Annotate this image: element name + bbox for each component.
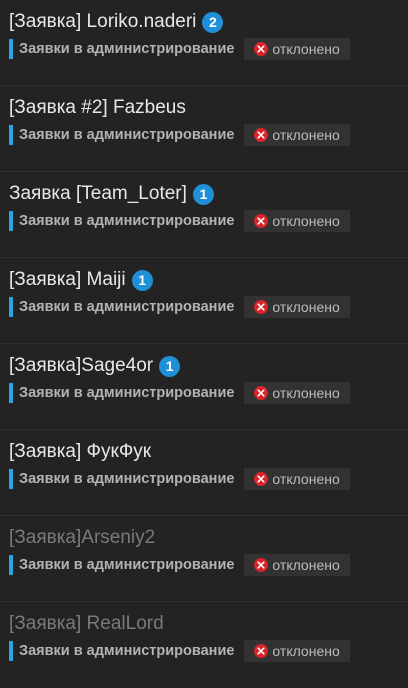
thread-meta: Заявки в администрирование отклонено [9,382,408,404]
status-tag: отклонено [244,382,350,404]
thread-title[interactable]: [Заявка] Maiji [9,269,126,291]
status-tag: отклонено [244,210,350,232]
thread-item[interactable]: [Заявка] ФукФук Заявки в администрирован… [0,430,408,516]
unread-count-badge: 1 [192,183,214,205]
thread-meta: Заявки в администрирование отклонено [9,210,408,232]
thread-title-row: [Заявка #2] Fazbeus [9,95,408,121]
forum-marker [9,469,13,489]
thread-title[interactable]: Заявка [Team_Loter] [9,183,187,205]
forum-link[interactable]: Заявки в администрирование [9,382,234,404]
status-label: отклонено [272,385,340,401]
thread-title-row: [Заявка]Sage4or 1 [9,353,408,379]
status-tag: отклонено [244,468,350,490]
forum-label: Заявки в администрирование [19,643,235,659]
thread-title[interactable]: [Заявка] ФукФук [9,441,151,463]
forum-marker [9,555,13,575]
x-circle-icon [254,472,269,486]
thread-item[interactable]: [Заявка] RealLord Заявки в администриров… [0,602,408,688]
thread-title-row: [Заявка] ФукФук [9,439,408,465]
thread-item[interactable]: [Заявка #2] Fazbeus Заявки в администрир… [0,86,408,172]
forum-label: Заявки в администрирование [19,471,235,487]
forum-label: Заявки в администрирование [19,213,235,229]
thread-item[interactable]: [Заявка] Loriko.naderi 2 Заявки в админи… [0,0,408,86]
forum-marker [9,211,13,231]
status-label: отклонено [272,213,340,229]
thread-list: [Заявка] Loriko.naderi 2 Заявки в админи… [0,0,408,688]
thread-item[interactable]: Заявка [Team_Loter] 1 Заявки в администр… [0,172,408,258]
forum-link[interactable]: Заявки в администрирование [9,296,234,318]
status-tag: отклонено [244,38,350,60]
forum-marker [9,641,13,661]
x-circle-icon [254,128,269,142]
forum-label: Заявки в администрирование [19,299,235,315]
thread-title-row: [Заявка] Maiji 1 [9,267,408,293]
x-circle-icon [254,214,269,228]
forum-link[interactable]: Заявки в администрирование [9,124,234,146]
thread-meta: Заявки в администрирование отклонено [9,296,408,318]
status-label: отклонено [272,557,340,573]
x-circle-icon [254,644,269,658]
forum-label: Заявки в администрирование [19,385,235,401]
forum-link[interactable]: Заявки в администрирование [9,468,234,490]
status-tag: отклонено [244,554,350,576]
thread-title-row: [Заявка]Arseniy2 [9,525,408,551]
forum-label: Заявки в администрирование [19,41,235,57]
unread-count-badge: 1 [131,269,153,291]
x-circle-icon [254,300,269,314]
unread-count-badge: 1 [159,355,181,377]
thread-title-row: [Заявка] Loriko.naderi 2 [9,9,408,35]
thread-item[interactable]: [Заявка] Maiji 1 Заявки в администрирова… [0,258,408,344]
thread-item[interactable]: [Заявка]Arseniy2 Заявки в администрирова… [0,516,408,602]
thread-meta: Заявки в администрирование отклонено [9,640,408,662]
unread-count-badge: 2 [202,11,224,33]
status-label: отклонено [272,643,340,659]
forum-link[interactable]: Заявки в администрирование [9,554,234,576]
thread-title[interactable]: [Заявка] Loriko.naderi [9,11,196,33]
status-tag: отклонено [244,640,350,662]
status-label: отклонено [272,127,340,143]
forum-marker [9,39,13,59]
forum-link[interactable]: Заявки в администрирование [9,210,234,232]
thread-title[interactable]: [Заявка] RealLord [9,613,164,635]
forum-label: Заявки в администрирование [19,127,235,143]
x-circle-icon [254,386,269,400]
status-label: отклонено [272,41,340,57]
thread-title[interactable]: [Заявка]Sage4or [9,355,153,377]
forum-link[interactable]: Заявки в администрирование [9,640,234,662]
thread-meta: Заявки в администрирование отклонено [9,38,408,60]
x-circle-icon [254,558,269,572]
forum-marker [9,125,13,145]
status-label: отклонено [272,299,340,315]
thread-meta: Заявки в администрирование отклонено [9,124,408,146]
thread-title-row: [Заявка] RealLord [9,611,408,637]
thread-title-row: Заявка [Team_Loter] 1 [9,181,408,207]
x-circle-icon [254,42,269,56]
forum-marker [9,297,13,317]
thread-title[interactable]: [Заявка]Arseniy2 [9,527,155,549]
status-tag: отклонено [244,296,350,318]
forum-link[interactable]: Заявки в администрирование [9,38,234,60]
status-label: отклонено [272,471,340,487]
status-tag: отклонено [244,124,350,146]
thread-item[interactable]: [Заявка]Sage4or 1 Заявки в администриров… [0,344,408,430]
forum-label: Заявки в администрирование [19,557,235,573]
thread-title[interactable]: [Заявка #2] Fazbeus [9,97,186,119]
thread-meta: Заявки в администрирование отклонено [9,468,408,490]
thread-meta: Заявки в администрирование отклонено [9,554,408,576]
forum-marker [9,383,13,403]
